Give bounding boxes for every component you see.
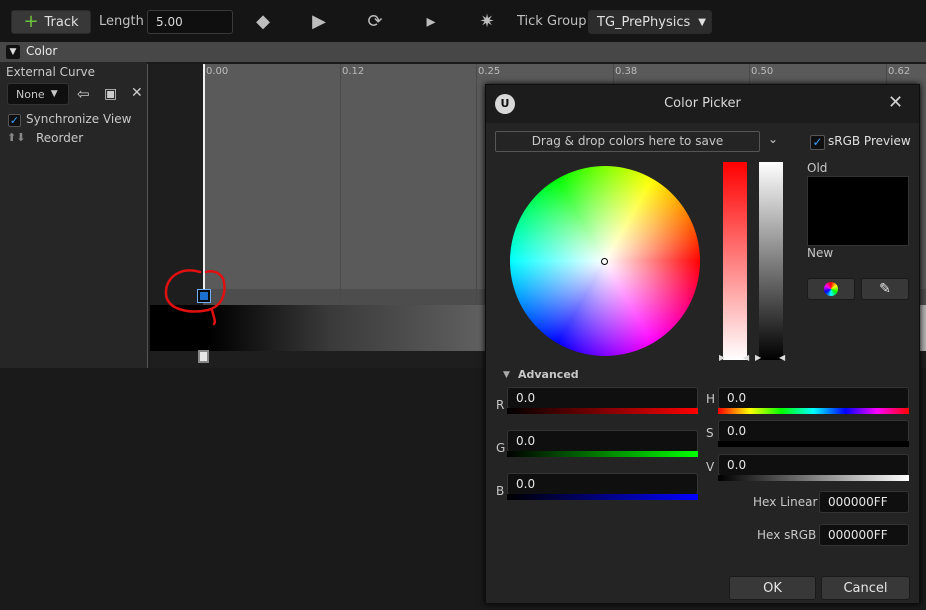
track-options-panel: External Curve None ▼ ⇦ ▣ ✕ ✓ Synchroniz… xyxy=(0,62,147,368)
chevron-down-icon: ▼ xyxy=(50,89,58,99)
hex-linear-label: Hex Linear xyxy=(753,495,818,509)
tick-group-value: TG_PrePhysics xyxy=(597,14,691,30)
ruler-line xyxy=(476,64,477,304)
r-slider[interactable] xyxy=(507,408,698,414)
tick-group-dropdown[interactable]: TG_PrePhysics ▼ xyxy=(588,10,712,34)
drag-drop-hint: Drag & drop colors here to save xyxy=(531,134,724,148)
ruler-tick-label: 0.00 xyxy=(206,66,229,77)
color-track-header[interactable]: ▼ Color xyxy=(0,42,926,62)
ignore-time-dilation-icon[interactable]: ✷ xyxy=(474,10,500,34)
hex-linear-input[interactable]: 000000FF xyxy=(819,491,909,513)
length-label: Length xyxy=(99,14,144,29)
color-picker-window: U Color Picker ✕ Drag & drop colors here… xyxy=(485,84,920,604)
new-color-label: New xyxy=(807,246,834,260)
use-selected-curve-icon[interactable]: ⇦ xyxy=(77,85,90,103)
autoplay-icon[interactable]: ▶ xyxy=(306,10,332,34)
sync-view-checkbox[interactable]: ✓ xyxy=(8,114,21,127)
annotation-circle xyxy=(164,269,226,326)
advanced-expand-icon[interactable]: ▼ xyxy=(503,370,510,380)
srgb-preview-checkbox[interactable]: ✓ xyxy=(810,135,825,150)
ruler-tick-label: 0.38 xyxy=(615,66,638,77)
hex-srgb-label: Hex sRGB xyxy=(757,528,817,542)
close-icon[interactable]: ✕ xyxy=(888,92,903,113)
color-wheel-selector[interactable] xyxy=(601,258,608,265)
eyedropper-icon: ✎ xyxy=(879,281,891,297)
slider-handle-icon[interactable]: ▶ ◀ xyxy=(755,353,785,362)
g-input[interactable]: 0.0 xyxy=(507,430,698,452)
color-wheel-mode-button[interactable] xyxy=(807,278,855,300)
add-track-button[interactable]: + Track xyxy=(11,10,91,34)
value-slider[interactable] xyxy=(759,162,783,360)
old-new-color-swatch xyxy=(807,176,909,246)
b-slider[interactable] xyxy=(507,494,698,500)
cancel-button[interactable]: Cancel xyxy=(821,576,910,600)
h-slider[interactable] xyxy=(718,408,909,414)
reorder-arrows-icon[interactable]: ⬆⬇ xyxy=(7,131,25,144)
collapse-arrow-icon[interactable]: ▼ xyxy=(6,45,20,59)
ok-button[interactable]: OK xyxy=(729,576,816,600)
ruler-tick-label: 0.25 xyxy=(478,66,501,77)
length-input[interactable]: 5.00 xyxy=(147,10,233,34)
ruler-tick-label: 0.62 xyxy=(888,66,911,77)
plus-icon: + xyxy=(23,11,39,32)
s-input[interactable]: 0.0 xyxy=(718,420,909,442)
advanced-label: Advanced xyxy=(518,368,579,381)
color-wheel-icon xyxy=(824,282,838,296)
r-label: R xyxy=(496,398,505,412)
use-last-keyframe-icon[interactable]: ▸ xyxy=(418,10,444,34)
srgb-preview-label: sRGB Preview xyxy=(828,134,911,148)
eyedropper-button[interactable]: ✎ xyxy=(861,278,909,300)
ruler-tick-label: 0.12 xyxy=(342,66,365,77)
r-input[interactable]: 0.0 xyxy=(507,387,698,409)
browse-folder-icon[interactable]: ▣ xyxy=(104,86,117,102)
chevron-down-icon: ▼ xyxy=(698,16,706,28)
b-input[interactable]: 0.0 xyxy=(507,473,698,495)
reorder-label: Reorder xyxy=(36,131,84,145)
alpha-key-marker[interactable] xyxy=(198,350,209,363)
external-curve-value: None xyxy=(16,87,45,101)
saturation-slider[interactable] xyxy=(723,162,747,360)
track-title: Color xyxy=(26,44,58,58)
add-track-label: Track xyxy=(44,14,79,30)
slider-handle-icon[interactable]: ▶ ◀ xyxy=(719,353,749,362)
hex-srgb-input[interactable]: 000000FF xyxy=(819,524,909,546)
ruler-tick-label: 0.50 xyxy=(751,66,774,77)
v-slider[interactable] xyxy=(718,475,909,481)
playhead-line[interactable] xyxy=(203,64,205,296)
h-label: H xyxy=(706,392,716,406)
add-key-icon[interactable]: ◆ xyxy=(250,10,276,34)
picker-title: Color Picker xyxy=(664,96,741,111)
v-label: V xyxy=(706,460,715,474)
ruler-line xyxy=(340,64,341,304)
external-curve-label: External Curve xyxy=(6,65,96,79)
g-slider[interactable] xyxy=(507,451,698,457)
v-input[interactable]: 0.0 xyxy=(718,454,909,476)
g-label: G xyxy=(496,441,506,455)
external-curve-select[interactable]: None ▼ xyxy=(7,83,69,105)
clear-curve-icon[interactable]: ✕ xyxy=(131,85,143,101)
b-label: B xyxy=(496,484,505,498)
old-color-label: Old xyxy=(807,161,828,175)
color-themes-dropzone[interactable]: Drag & drop colors here to save xyxy=(495,131,760,152)
loop-icon[interactable]: ⟳ xyxy=(362,10,388,34)
tick-group-label: Tick Group xyxy=(517,14,587,29)
sync-view-label: Synchronize View xyxy=(26,112,132,126)
s-label: S xyxy=(706,426,714,440)
s-slider[interactable] xyxy=(718,441,909,447)
chevron-down-icon[interactable]: ⌄ xyxy=(768,132,778,146)
toolbar: + Track Length 5.00 ◆ ▶ ⟳ ▸ ✷ Tick Group… xyxy=(0,0,926,42)
h-input[interactable]: 0.0 xyxy=(718,387,909,409)
